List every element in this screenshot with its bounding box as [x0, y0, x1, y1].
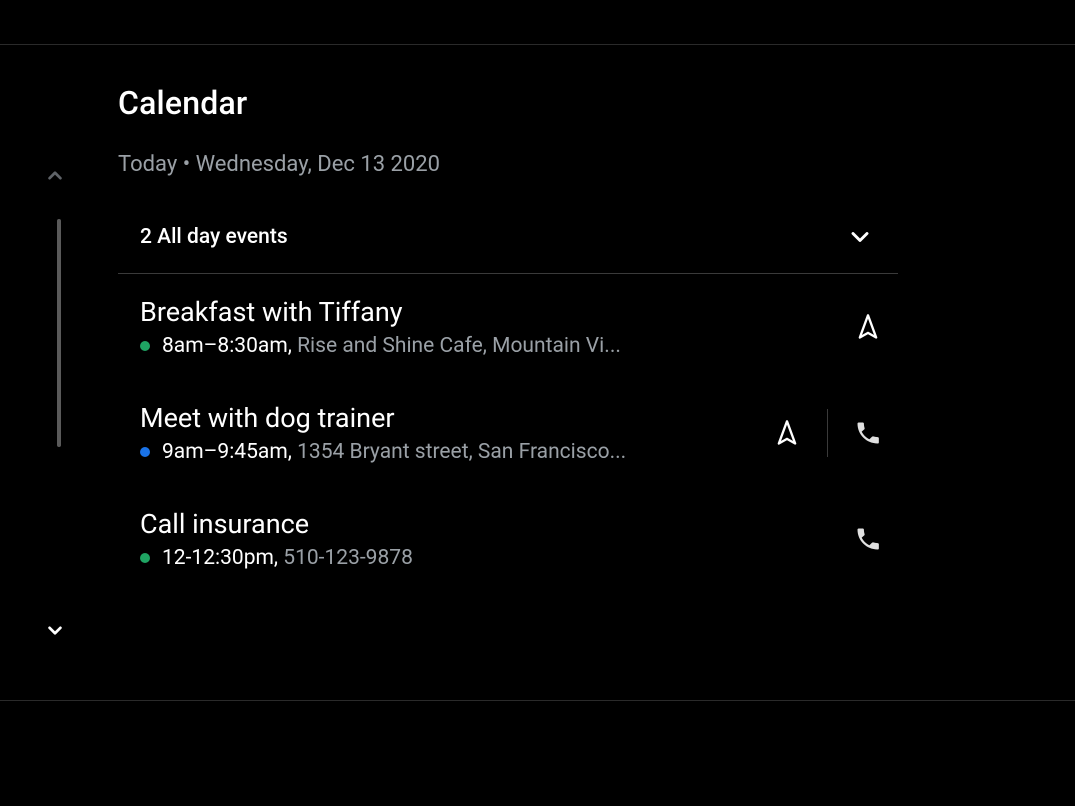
- navigation-icon: [854, 313, 882, 341]
- event-row: Call insurance 12-12:30pm, 510-123-9878: [118, 486, 898, 592]
- event-title: Meet with dog trainer: [140, 402, 757, 434]
- event-meta: 12-12:30pm, 510-123-9878: [140, 546, 838, 570]
- event-actions: [757, 403, 898, 463]
- navigate-button[interactable]: [838, 297, 898, 357]
- chevron-down-icon: [42, 617, 68, 643]
- phone-icon: [854, 419, 882, 447]
- all-day-label: 2 All day events: [140, 225, 288, 249]
- event-time: 9am–9:45am,: [162, 440, 292, 464]
- phone-icon: [854, 525, 882, 553]
- calendar-dot-icon: [140, 341, 150, 351]
- all-day-events-row[interactable]: 2 All day events: [118, 211, 898, 274]
- event-title: Breakfast with Tiffany: [140, 296, 838, 328]
- call-button[interactable]: [838, 403, 898, 463]
- event-actions: [838, 509, 898, 569]
- event-item[interactable]: Breakfast with Tiffany 8am–8:30am, Rise …: [140, 296, 838, 358]
- navigation-icon: [773, 419, 801, 447]
- scroll-down-button[interactable]: [39, 614, 71, 646]
- event-meta: 9am–9:45am, 1354 Bryant street, San Fran…: [140, 440, 757, 464]
- chevron-down-icon: [846, 223, 874, 251]
- event-time: 12-12:30pm,: [162, 546, 278, 570]
- call-button[interactable]: [838, 509, 898, 569]
- main-content: Calendar Today • Wednesday, Dec 13 2020 …: [118, 84, 895, 592]
- date-label: Today • Wednesday, Dec 13 2020: [118, 152, 895, 177]
- event-item[interactable]: Meet with dog trainer 9am–9:45am, 1354 B…: [140, 402, 757, 464]
- event-row: Breakfast with Tiffany 8am–8:30am, Rise …: [118, 274, 898, 380]
- calendar-dot-icon: [140, 553, 150, 563]
- scroll-indicator: [57, 219, 61, 447]
- event-row: Meet with dog trainer 9am–9:45am, 1354 B…: [118, 380, 898, 486]
- event-location: 1354 Bryant street, San Francisco...: [297, 440, 626, 464]
- scroll-up-button[interactable]: [39, 160, 71, 192]
- event-meta: 8am–8:30am, Rise and Shine Cafe, Mountai…: [140, 334, 838, 358]
- navigate-button[interactable]: [757, 403, 817, 463]
- action-divider: [827, 409, 828, 457]
- top-divider: [0, 44, 1075, 45]
- event-item[interactable]: Call insurance 12-12:30pm, 510-123-9878: [140, 508, 838, 570]
- event-title: Call insurance: [140, 508, 838, 540]
- event-location: 510-123-9878: [283, 546, 413, 570]
- event-location: Rise and Shine Cafe, Mountain Vi...: [297, 334, 621, 358]
- expand-all-day-icon-wrap: [846, 223, 898, 251]
- calendar-dot-icon: [140, 447, 150, 457]
- app-title: Calendar: [118, 84, 895, 122]
- bottom-divider: [0, 700, 1075, 701]
- event-actions: [838, 297, 898, 357]
- scroll-controls: [35, 160, 75, 646]
- event-time: 8am–8:30am,: [162, 334, 292, 358]
- chevron-up-icon: [42, 163, 68, 189]
